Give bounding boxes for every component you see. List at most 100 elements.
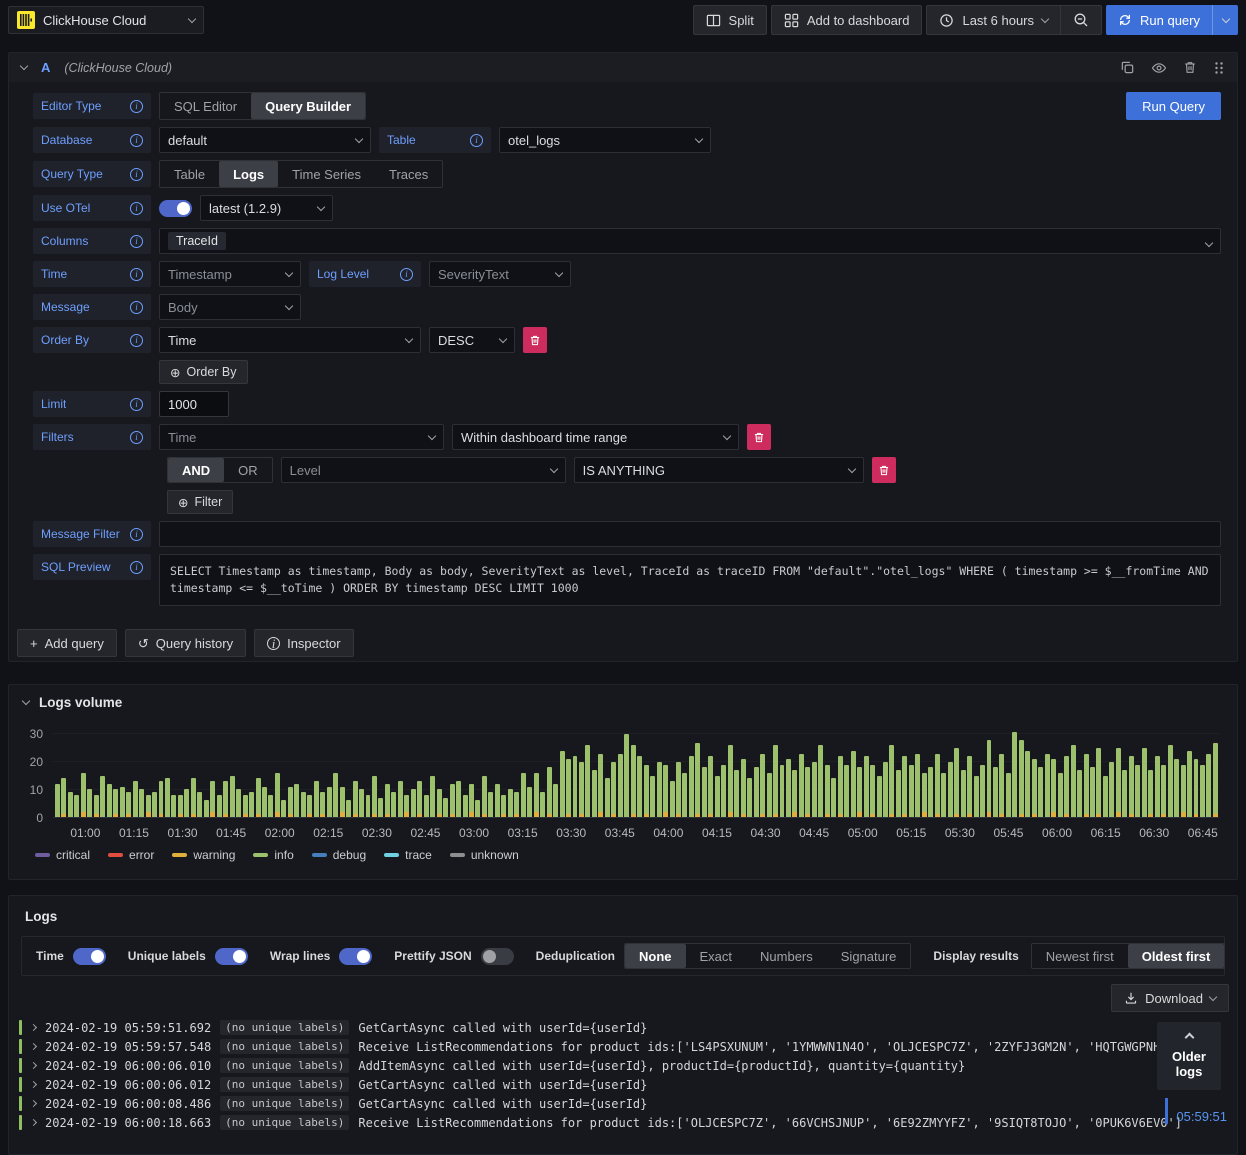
info-icon[interactable] <box>130 430 143 444</box>
legend-item-unknown[interactable]: unknown <box>449 848 519 862</box>
filter-field-select[interactable]: Time <box>159 424 444 450</box>
add-order-by-button[interactable]: ⊕ Order By <box>159 360 248 384</box>
use-otel-toggle[interactable] <box>159 199 192 217</box>
split-button[interactable]: Split <box>692 5 767 35</box>
info-icon[interactable] <box>130 234 143 248</box>
add-filter-button[interactable]: ⊕ Filter <box>167 490 234 514</box>
add-to-dashboard-button[interactable]: Add to dashboard <box>770 5 923 35</box>
filter-sub-field-select[interactable]: Level <box>280 457 566 483</box>
info-icon[interactable] <box>130 333 143 347</box>
download-button[interactable]: Download <box>1111 984 1229 1012</box>
remove-query-button[interactable] <box>1183 60 1197 75</box>
remove-filter-button[interactable] <box>747 424 771 450</box>
option-time-series[interactable]: Time Series <box>278 161 375 187</box>
otel-version-select[interactable]: latest (1.2.9) <box>200 195 333 221</box>
info-icon[interactable] <box>130 167 143 181</box>
toggle-query-visibility-button[interactable] <box>1151 60 1167 76</box>
option-signature[interactable]: Signature <box>827 944 911 968</box>
toggle-switch-time[interactable] <box>72 947 106 965</box>
info-icon[interactable] <box>130 133 143 147</box>
legend-item-info[interactable]: info <box>253 848 294 862</box>
option-numbers[interactable]: Numbers <box>746 944 827 968</box>
option-none[interactable]: None <box>625 944 686 968</box>
option-newest-first[interactable]: Newest first <box>1032 944 1128 968</box>
older-logs-button[interactable]: Older logs <box>1157 1022 1221 1090</box>
info-bar-segment <box>967 756 973 815</box>
expand-log-icon[interactable] <box>29 1023 38 1032</box>
option-or[interactable]: OR <box>224 458 272 482</box>
run-query-caret-button[interactable] <box>1212 5 1238 35</box>
columns-multiselect[interactable]: TraceId <box>159 228 1221 254</box>
option-traces[interactable]: Traces <box>375 161 442 187</box>
log-labels-chip: (no unique labels) <box>220 1077 350 1092</box>
info-bar-segment <box>921 772 927 812</box>
time-range-picker[interactable]: Last 6 hours <box>927 6 1060 34</box>
log-row[interactable]: 2024-02-19 06:00:08.486 (no unique labels… <box>19 1094 1229 1113</box>
info-icon[interactable] <box>130 300 143 314</box>
database-select[interactable]: default <box>159 127 371 153</box>
info-icon[interactable] <box>130 99 143 113</box>
drag-handle-icon[interactable] <box>1213 61 1225 75</box>
filter-operator-select[interactable]: Within dashboard time range <box>452 424 739 450</box>
message-filter-input[interactable] <box>159 521 1221 547</box>
column-chip-traceid[interactable]: TraceId <box>168 232 226 250</box>
legend-item-error[interactable]: error <box>108 848 154 862</box>
add-query-button[interactable]: + Add query <box>17 629 117 657</box>
filter-sub-operator-select[interactable]: IS ANYTHING <box>573 457 864 483</box>
time-column-select[interactable]: Timestamp <box>159 261 301 287</box>
expand-log-icon[interactable] <box>29 1042 38 1051</box>
run-query-editor-button[interactable]: Run Query <box>1126 92 1221 120</box>
inspector-button[interactable]: Inspector <box>254 629 354 657</box>
expand-log-icon[interactable] <box>29 1080 38 1089</box>
volume-bar <box>688 726 694 817</box>
remove-sub-filter-button[interactable] <box>871 457 896 483</box>
info-icon[interactable] <box>130 267 143 281</box>
option-exact[interactable]: Exact <box>686 944 747 968</box>
remove-order-by-button[interactable] <box>523 327 547 353</box>
info-bar-segment <box>177 794 183 815</box>
expand-log-icon[interactable] <box>29 1099 38 1108</box>
info-bar-segment <box>604 778 610 817</box>
run-query-button[interactable]: Run query <box>1106 5 1212 35</box>
option-table[interactable]: Table <box>160 161 219 187</box>
log-level-column-select[interactable]: SeverityText <box>429 261 571 287</box>
collapse-query-icon[interactable] <box>19 61 29 71</box>
toggle-switch-prettify-json[interactable] <box>480 947 514 965</box>
log-row[interactable]: 2024-02-19 05:59:51.692 (no unique labels… <box>19 1018 1229 1037</box>
duplicate-query-button[interactable] <box>1120 60 1135 75</box>
query-history-button[interactable]: ↺ Query history <box>124 629 247 657</box>
option-query-builder[interactable]: Query Builder <box>251 93 366 119</box>
expand-log-icon[interactable] <box>29 1061 38 1070</box>
log-row[interactable]: 2024-02-19 06:00:06.012 (no unique labels… <box>19 1075 1229 1094</box>
option-logs[interactable]: Logs <box>219 161 279 187</box>
log-row[interactable]: 2024-02-19 05:59:57.548 (no unique labels… <box>19 1037 1229 1056</box>
toggle-switch-unique-labels[interactable] <box>214 947 248 965</box>
log-message: GetCartAsync called with userId={userId} <box>358 1096 648 1111</box>
info-icon[interactable] <box>130 397 143 411</box>
columns-row: Columns TraceId <box>33 228 1221 254</box>
info-icon[interactable] <box>400 267 413 281</box>
log-row[interactable]: 2024-02-19 06:00:06.010 (no unique labels… <box>19 1056 1229 1075</box>
option-sql-editor[interactable]: SQL Editor <box>160 93 251 119</box>
collapse-logs-volume-icon[interactable] <box>21 696 31 706</box>
toggle-switch-wrap-lines[interactable] <box>339 947 373 965</box>
option-oldest-first[interactable]: Oldest first <box>1127 944 1225 968</box>
legend-item-trace[interactable]: trace <box>384 848 432 862</box>
volume-bar <box>346 726 352 817</box>
datasource-picker[interactable]: ClickHouse Cloud <box>8 6 204 34</box>
info-icon[interactable] <box>470 133 483 147</box>
legend-item-debug[interactable]: debug <box>311 848 366 862</box>
order-by-field-select[interactable]: Time <box>159 327 421 353</box>
order-by-direction-select[interactable]: DESC <box>429 327 515 353</box>
limit-input[interactable] <box>159 391 229 417</box>
legend-item-warning[interactable]: warning <box>172 848 235 862</box>
option-and[interactable]: AND <box>168 458 225 482</box>
logs-volume-plot[interactable] <box>53 726 1219 818</box>
info-icon[interactable] <box>130 560 143 574</box>
info-icon[interactable] <box>130 201 143 215</box>
table-select[interactable]: otel_logs <box>499 127 711 153</box>
info-icon[interactable] <box>130 527 143 541</box>
legend-item-critical[interactable]: critical <box>35 848 90 862</box>
message-column-select[interactable]: Body <box>159 294 301 320</box>
zoom-out-button[interactable] <box>1061 6 1101 34</box>
